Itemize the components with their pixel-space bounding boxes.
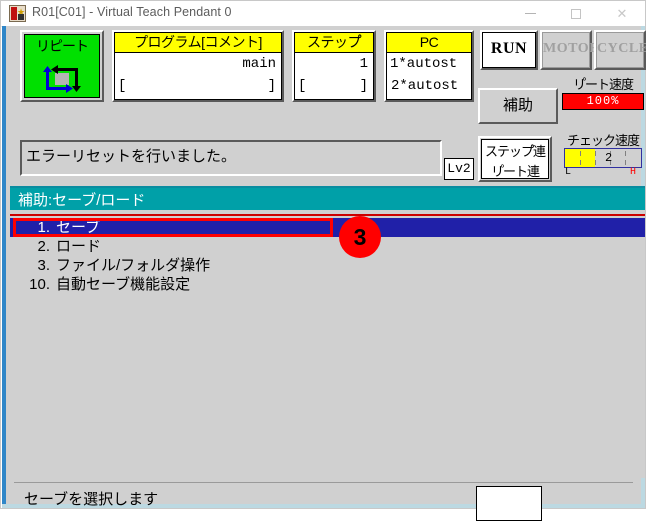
- check-speed-label: チェック速度: [566, 133, 640, 148]
- run-status-label: RUN: [482, 32, 536, 68]
- program-panel-caption: プログラム[コメント]: [115, 33, 281, 53]
- menu-item-label: セーブ: [56, 219, 101, 236]
- message-bar: エラーリセットを行いました。: [20, 140, 442, 176]
- menu-item-number: 2.: [37, 238, 50, 255]
- menu-item-file-folder[interactable]: 3. ファイル/フォルダ操作: [10, 256, 645, 275]
- bottom-input-box[interactable]: [476, 486, 542, 521]
- pc-panel-line1: 1*autost: [390, 56, 458, 72]
- pc-panel-line2: 2*autost: [391, 78, 459, 94]
- menu-item-label: ロード: [56, 238, 102, 255]
- check-speed-value: 2: [605, 151, 613, 165]
- application-window: ★ R01[C01] - Virtual Teach Pendant 0 ✕ リ…: [0, 0, 646, 521]
- window-title: R01[C01] - Virtual Teach Pendant 0: [32, 5, 232, 19]
- step-panel-comment: [ ]: [298, 75, 368, 97]
- check-speed-high-mark: H: [630, 167, 637, 178]
- mode-button-label: リピート: [36, 38, 89, 54]
- step-panel[interactable]: ステップ゚ 1 [ ]: [292, 30, 376, 102]
- menu-item-label: 自動セーブ機能設定: [56, 276, 191, 293]
- cycle-status-button[interactable]: CYCLE: [594, 30, 646, 70]
- motor-status-label: MOTOR: [542, 32, 599, 68]
- menu-item-number: 1.: [37, 219, 50, 236]
- step-panel-value: 1: [359, 56, 368, 72]
- menu-item-load[interactable]: 2. ロード: [10, 237, 645, 256]
- repeat-speed-indicator: リ゚ート速度 100%: [560, 74, 646, 120]
- teach-pendant-frame: リピート プログラム[コメント] main [] ステップ゚ 1 [] PC…: [2, 26, 646, 521]
- repeat-continuous-label: リ゚ート連: [490, 164, 540, 179]
- minimize-button[interactable]: [507, 1, 553, 26]
- close-icon[interactable]: ✕: [599, 1, 645, 26]
- pendant-body: リピート プログラム[コメント] main [] ステップ゚ 1 [] PC…: [6, 26, 646, 521]
- step-continuous-label: ステップ゚連: [484, 144, 546, 159]
- menu-item-save[interactable]: 1. セーブ: [10, 218, 645, 237]
- pc-panel[interactable]: PC 1*autost 2*autost: [384, 30, 474, 102]
- content-area: 補助:セーブ/ロード 1. セーブ 2. ロード 3. ファイル/フォルダ操作: [10, 186, 645, 478]
- cycle-status-label: CYCLE: [596, 32, 646, 68]
- cyclic-arrows-icon: [43, 65, 81, 93]
- pc-panel-caption: PC: [387, 33, 471, 53]
- comment-bracket-open: [: [118, 78, 127, 94]
- maximize-button[interactable]: [553, 1, 599, 26]
- step-panel-caption: ステップ゚: [295, 33, 373, 53]
- check-speed-low-mark: L: [565, 167, 572, 178]
- menu-item-label: ファイル/フォルダ操作: [56, 257, 211, 274]
- section-header: 補助:セーブ/ロード: [10, 188, 645, 210]
- step-bracket-open: [: [298, 78, 307, 94]
- title-bar: ★ R01[C01] - Virtual Teach Pendant 0 ✕: [1, 1, 645, 27]
- check-speed-indicator: チェック速度 2 L H: [560, 130, 646, 180]
- motor-status-button[interactable]: MOTOR: [540, 30, 599, 70]
- comment-bracket-close: ]: [267, 78, 276, 94]
- mode-repeat-button[interactable]: リピート: [20, 30, 104, 102]
- menu-item-number: 10.: [29, 276, 50, 293]
- aux-button[interactable]: 補助: [478, 88, 558, 124]
- check-speed-gauge[interactable]: 2: [564, 148, 642, 168]
- annotation-step-badge: 3: [339, 216, 381, 258]
- message-text: エラーリセットを行いました。: [26, 148, 237, 165]
- continuous-mode-button[interactable]: ステップ゚連 リ゚ート連: [478, 136, 552, 182]
- repeat-speed-label: リ゚ート速度: [572, 77, 634, 92]
- repeat-speed-value: 100%: [562, 93, 644, 110]
- mode-button-face: リピート: [24, 34, 100, 98]
- step-bracket-close: ]: [359, 78, 368, 94]
- program-panel-value: main: [242, 56, 276, 72]
- app-icon: ★: [9, 5, 26, 22]
- program-panel-comment: [ ]: [118, 75, 276, 97]
- menu-item-number: 3.: [37, 257, 50, 274]
- bottom-hint-text: セーブを選択します: [24, 491, 159, 508]
- menu-list: 1. セーブ 2. ロード 3. ファイル/フォルダ操作 10. 自動セーブ機能…: [10, 218, 645, 294]
- level-badge[interactable]: Lv2: [444, 158, 474, 180]
- section-title: 補助:セーブ/ロード: [18, 192, 146, 209]
- top-toolbar: リピート プログラム[コメント] main [] ステップ゚ 1 [] PC…: [10, 26, 646, 182]
- menu-item-autosave-settings[interactable]: 10. 自動セーブ機能設定: [10, 275, 645, 294]
- run-status-button[interactable]: RUN: [480, 30, 538, 70]
- program-comment-panel[interactable]: プログラム[コメント] main [ ]: [112, 30, 284, 102]
- section-rule: [10, 214, 645, 216]
